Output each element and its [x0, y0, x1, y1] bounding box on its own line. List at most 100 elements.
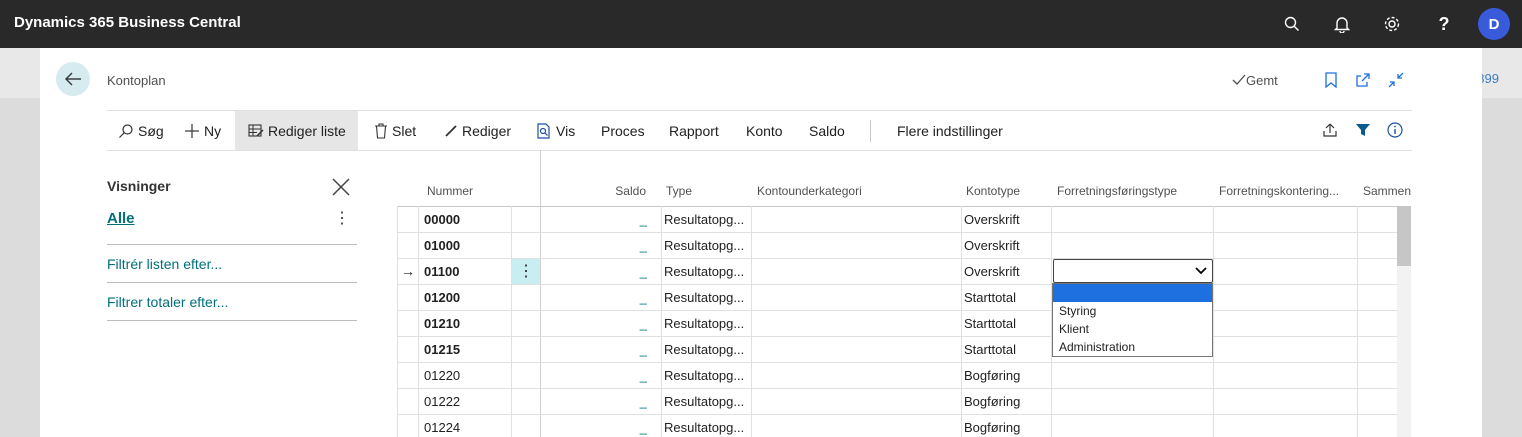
cell-subcategory[interactable] [755, 285, 955, 310]
edit-action[interactable]: Rediger [438, 111, 517, 150]
cell-number[interactable]: 01100 [424, 259, 504, 284]
cell-type[interactable]: Resultatopg... [664, 285, 750, 310]
column-header-business-posting[interactable]: Forretningskontering... [1219, 184, 1345, 198]
collapse-icon[interactable] [1386, 70, 1406, 90]
column-header-type[interactable]: Type [666, 184, 692, 198]
cell-number[interactable]: 01000 [424, 233, 504, 258]
table-row[interactable]: 01220 _ Resultatopg... Bogføring [397, 363, 1397, 389]
cell-balance[interactable]: _ [547, 311, 647, 336]
table-row[interactable]: 01000 _ Resultatopg... Overskrift [397, 233, 1397, 259]
help-icon[interactable]: ? [1432, 12, 1456, 36]
process-menu[interactable]: Proces [595, 111, 651, 150]
cell-subcategory[interactable] [755, 389, 955, 414]
table-row[interactable]: 01200 _ Resultatopg... Starttotal [397, 285, 1397, 311]
app-title[interactable]: Dynamics 365 Business Central [14, 14, 241, 31]
cell-account-type[interactable]: Bogføring [964, 389, 1050, 414]
cell-number[interactable]: 01210 [424, 311, 504, 336]
business-type-select[interactable] [1053, 259, 1213, 283]
view-action[interactable]: Vis [530, 111, 581, 150]
column-header-account-type[interactable]: Kontotype [966, 184, 1020, 198]
cell-number[interactable]: 01220 [424, 363, 504, 388]
cell-type[interactable]: Resultatopg... [664, 415, 750, 437]
bookmark-icon[interactable] [1321, 70, 1341, 90]
report-menu[interactable]: Rapport [663, 111, 725, 150]
delete-action[interactable]: Slet [368, 111, 422, 150]
cell-account-type[interactable]: Bogføring [964, 363, 1050, 388]
cell-number[interactable]: 01200 [424, 285, 504, 310]
avatar[interactable]: D [1478, 8, 1510, 40]
cell-number[interactable]: 01224 [424, 415, 504, 437]
column-header-subcategory[interactable]: Kontounderkategori [757, 184, 862, 198]
filter-icon[interactable] [1353, 120, 1373, 140]
cell-account-type[interactable]: Bogføring [964, 415, 1050, 437]
cell-type[interactable]: Resultatopg... [664, 337, 750, 362]
cell-balance[interactable]: _ [547, 389, 647, 414]
view-icon [537, 122, 550, 139]
cell-account-type[interactable]: Overskrift [964, 207, 1050, 232]
cell-type[interactable]: Resultatopg... [664, 259, 750, 284]
column-header-balance[interactable]: Saldo [545, 184, 646, 198]
scrollbar-thumb[interactable] [1397, 206, 1411, 266]
open-new-window-icon[interactable] [1353, 70, 1373, 90]
balance-menu[interactable]: Saldo [803, 111, 851, 150]
row-actions-icon[interactable]: ⋮ [512, 259, 540, 284]
table-row[interactable]: 01215 _ Resultatopg... Starttotal [397, 337, 1397, 363]
cell-balance[interactable]: _ [547, 233, 647, 258]
cell-balance[interactable]: _ [547, 285, 647, 310]
cell-balance[interactable]: _ [547, 337, 647, 362]
table-row[interactable]: 01222 _ Resultatopg... Bogføring [397, 389, 1397, 415]
cell-subcategory[interactable] [755, 259, 955, 284]
cell-subcategory[interactable] [755, 233, 955, 258]
cell-subcategory[interactable] [755, 337, 955, 362]
cell-subcategory[interactable] [755, 363, 955, 388]
cell-account-type[interactable]: Overskrift [964, 259, 1050, 284]
cell-account-type[interactable]: Starttotal [964, 285, 1050, 310]
cell-subcategory[interactable] [755, 207, 955, 232]
share-icon[interactable] [1320, 120, 1340, 140]
view-all-link[interactable]: Alle [107, 210, 135, 227]
cell-subcategory[interactable] [755, 415, 955, 437]
filter-list-link[interactable]: Filtrér listen efter... [107, 256, 222, 272]
back-button[interactable] [56, 62, 90, 96]
table-row[interactable]: 00000 _ Resultatopg... Overskrift [397, 207, 1397, 233]
column-header-business-type[interactable]: Forretningsføringstype [1057, 184, 1177, 198]
cell-type[interactable]: Resultatopg... [664, 233, 750, 258]
column-header-number[interactable]: Nummer [427, 184, 473, 198]
cell-type[interactable]: Resultatopg... [664, 207, 750, 232]
info-icon[interactable] [1385, 120, 1405, 140]
new-action[interactable]: Ny [178, 111, 227, 150]
search-action[interactable]: Søg [112, 111, 170, 150]
dropdown-option-styring[interactable]: Styring [1053, 302, 1212, 320]
cell-account-type[interactable]: Overskrift [964, 233, 1050, 258]
cell-balance[interactable]: _ [547, 207, 647, 232]
dropdown-option-administration[interactable]: Administration [1053, 338, 1212, 356]
cell-balance[interactable]: _ [547, 363, 647, 388]
cell-type[interactable]: Resultatopg... [664, 389, 750, 414]
table-row[interactable]: → ⋮ 01100 _ Resultatopg... Overskrift [397, 259, 1397, 285]
cell-subcategory[interactable] [755, 311, 955, 336]
account-menu[interactable]: Konto [740, 111, 789, 150]
cell-type[interactable]: Resultatopg... [664, 363, 750, 388]
edit-list-action[interactable]: Rediger liste [235, 111, 358, 150]
bell-icon[interactable] [1330, 12, 1354, 36]
close-icon[interactable] [330, 176, 352, 198]
cell-number[interactable]: 01215 [424, 337, 504, 362]
view-more-icon[interactable]: ⋮ [334, 208, 350, 228]
search-icon[interactable] [1280, 12, 1304, 36]
cell-balance[interactable]: _ [547, 415, 647, 437]
cell-number[interactable]: 00000 [424, 207, 504, 232]
cell-account-type[interactable]: Starttotal [964, 337, 1050, 362]
cell-number[interactable]: 01222 [424, 389, 504, 414]
gear-icon[interactable] [1380, 12, 1404, 36]
table-row[interactable]: 01224 _ Resultatopg... Bogføring [397, 415, 1397, 437]
column-header-total[interactable]: Sammen [1363, 184, 1411, 198]
views-divider [107, 282, 357, 283]
more-options-menu[interactable]: Flere indstillinger [891, 111, 1009, 150]
filter-totals-link[interactable]: Filtrer totaler efter... [107, 294, 228, 310]
cell-type[interactable]: Resultatopg... [664, 311, 750, 336]
dropdown-option-klient[interactable]: Klient [1053, 320, 1212, 338]
table-row[interactable]: 01210 _ Resultatopg... Starttotal [397, 311, 1397, 337]
cell-balance[interactable]: _ [547, 259, 647, 284]
dropdown-option-blank[interactable] [1053, 284, 1212, 302]
cell-account-type[interactable]: Starttotal [964, 311, 1050, 336]
